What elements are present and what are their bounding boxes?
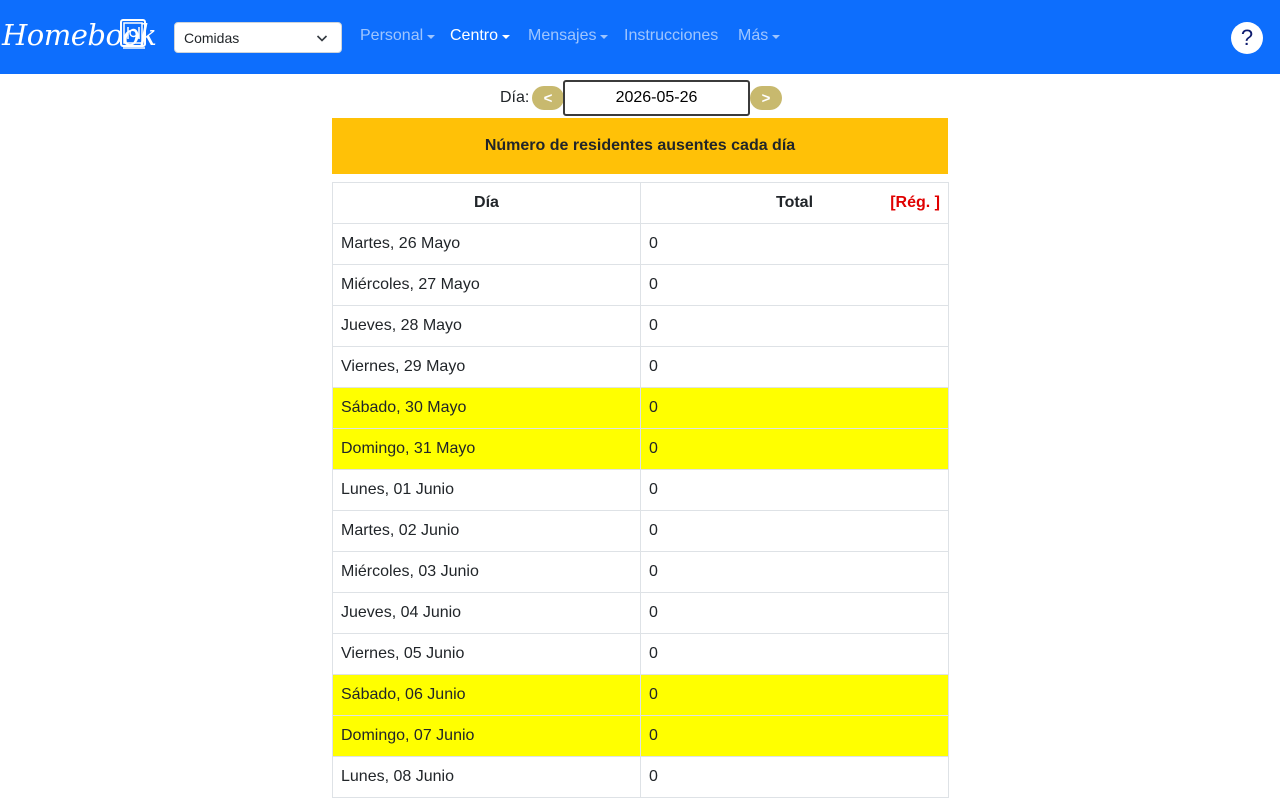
cell-day: Miércoles, 27 Mayo: [332, 264, 641, 306]
table-row: Lunes, 01 Junio 0: [332, 469, 949, 511]
cell-day: Martes, 02 Junio: [332, 510, 641, 552]
table-row: Domingo, 07 Junio 0: [332, 715, 949, 757]
table-row: Sábado, 30 Mayo 0: [332, 387, 949, 429]
page-title: Número de residentes ausentes cada día: [484, 137, 796, 154]
date-input[interactable]: [563, 80, 750, 116]
module-select-value: Comidas: [184, 29, 240, 46]
cell-day: Sábado, 30 Mayo: [332, 387, 641, 429]
table-row: Martes, 26 Mayo 0: [332, 223, 949, 265]
cell-day: Viernes, 29 Mayo: [332, 346, 641, 388]
cell-day: Jueves, 04 Junio: [332, 592, 641, 634]
cell-total: 0: [640, 305, 949, 347]
cell-day: Domingo, 07 Junio: [332, 715, 641, 757]
table-row: Viernes, 05 Junio 0: [332, 633, 949, 675]
cell-day: Lunes, 08 Junio: [332, 756, 641, 798]
page-title-banner: Número de residentes ausentes cada día: [332, 118, 948, 174]
cell-day: Viernes, 05 Junio: [332, 633, 641, 675]
nav-mas-label: Más: [738, 27, 769, 44]
cell-total: 0: [640, 469, 949, 511]
chevron-down-icon: [316, 35, 328, 42]
cell-total: 0: [640, 264, 949, 306]
caret-down-icon: [427, 35, 436, 39]
nav-personal-label: Personal: [360, 27, 424, 44]
table-row: Miércoles, 03 Junio 0: [332, 551, 949, 593]
header-total: Total [Rég. ]: [640, 182, 949, 224]
table-row: Sábado, 06 Junio 0: [332, 674, 949, 716]
table-row: Jueves, 04 Junio 0: [332, 592, 949, 634]
table-body: Martes, 26 Mayo 0 Miércoles, 27 Mayo 0 Jueve…: [332, 223, 949, 798]
cookbook-icon[interactable]: [119, 18, 149, 50]
nav-instrucciones-label: Instrucciones: [624, 27, 719, 44]
nav-mensajes[interactable]: Mensajes: [528, 27, 609, 45]
cell-day: Jueves, 28 Mayo: [332, 305, 641, 347]
table-row: Domingo, 31 Mayo 0: [332, 428, 949, 470]
cell-total: 0: [640, 592, 949, 634]
cell-day: Domingo, 31 Mayo: [332, 428, 641, 470]
caret-down-icon: [600, 35, 609, 39]
cell-total: 0: [640, 756, 949, 798]
table-header-row: Día Total [Rég. ]: [332, 182, 949, 224]
navbar: Homebook Comidas Personal Centro Mensaje…: [0, 0, 1280, 74]
caret-down-icon: [772, 35, 781, 39]
next-day-button[interactable]: >: [750, 86, 782, 110]
nav-personal[interactable]: Personal: [360, 27, 436, 45]
nav-centro-label: Centro: [450, 27, 499, 44]
cell-day: Miércoles, 03 Junio: [332, 551, 641, 593]
nav-mensajes-label: Mensajes: [528, 27, 597, 44]
cell-day: Sábado, 06 Junio: [332, 674, 641, 716]
table-row: Lunes, 08 Junio 0: [332, 756, 949, 798]
absences-table: Día Total [Rég. ] Martes, 26 Mayo 0 Miérco…: [332, 182, 949, 798]
table-row: Martes, 02 Junio 0: [332, 510, 949, 552]
caret-down-icon: [502, 35, 511, 39]
cell-total: 0: [640, 346, 949, 388]
module-select[interactable]: Comidas: [174, 22, 342, 53]
nav-centro[interactable]: Centro: [450, 27, 511, 45]
cell-day: Lunes, 01 Junio: [332, 469, 641, 511]
cell-total: 0: [640, 387, 949, 429]
prev-day-button[interactable]: <: [532, 86, 564, 110]
cell-total: 0: [640, 551, 949, 593]
table-row: Miércoles, 27 Mayo 0: [332, 264, 949, 306]
help-button[interactable]: ?: [1231, 22, 1263, 54]
cell-day: Martes, 26 Mayo: [332, 223, 641, 265]
header-day: Día: [332, 182, 641, 224]
cell-total: 0: [640, 428, 949, 470]
cell-total: 0: [640, 674, 949, 716]
table-row: Jueves, 28 Mayo 0: [332, 305, 949, 347]
cell-total: 0: [640, 510, 949, 552]
header-total-label: Total: [775, 194, 814, 211]
cell-total: 0: [640, 633, 949, 675]
reg-link[interactable]: [Rég. ]: [890, 194, 940, 212]
table-row: Viernes, 29 Mayo 0: [332, 346, 949, 388]
nav-mas[interactable]: Más: [738, 27, 781, 45]
help-icon: ?: [1240, 25, 1254, 50]
cell-total: 0: [640, 223, 949, 265]
day-label: Día:: [500, 89, 530, 106]
cell-total: 0: [640, 715, 949, 757]
day-picker: Día: < >: [0, 80, 1280, 116]
nav-instrucciones[interactable]: Instrucciones: [624, 27, 718, 45]
